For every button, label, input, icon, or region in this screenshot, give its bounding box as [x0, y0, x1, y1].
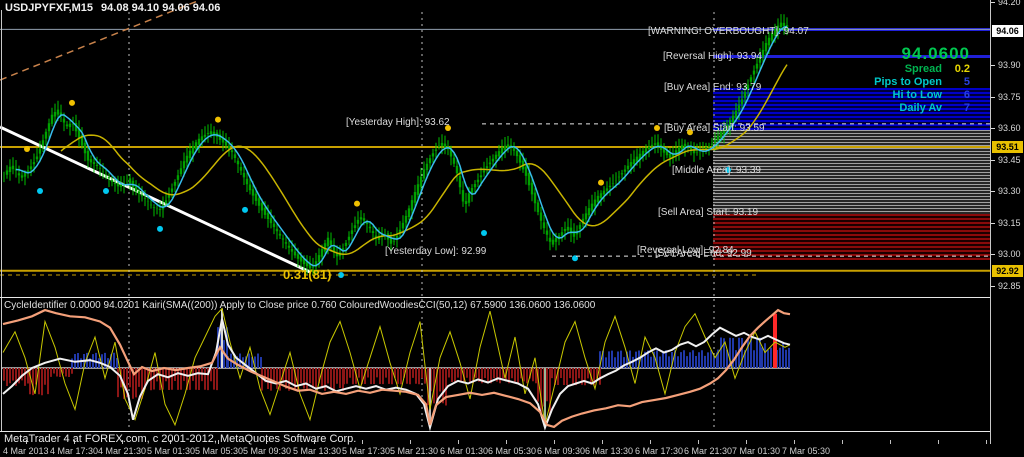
info-row-value: 7 [942, 102, 970, 115]
info-row-spread: Spread0.2 [760, 63, 970, 76]
info-row-pips-to-open: Pips to Open5 [760, 76, 970, 89]
time-tick-label: 6 Mar 21:30 [684, 446, 732, 456]
buy-signal-dot [481, 230, 487, 236]
info-row-hi-to-low: Hi to Low6 [760, 89, 970, 102]
time-tick-mark [842, 440, 843, 444]
price-highlight-box: 92.92 [992, 265, 1023, 277]
price-tick-label: 93.60 [998, 123, 1021, 133]
chart-title: USDJPYFXF,M15 94.08 94.10 94.06 94.06 [5, 2, 220, 14]
price-tick-mark [991, 286, 995, 287]
main-indicator-divider [0, 297, 991, 298]
price-tick-mark [991, 97, 995, 98]
price-highlight-box: 93.51 [992, 141, 1023, 153]
buy-signal-dot [37, 188, 43, 194]
time-tick-label: 5 Mar 09:30 [243, 446, 291, 456]
info-row-label: Daily Av [760, 102, 942, 115]
sell-signal-dot [24, 146, 30, 152]
buy-signal-dot [103, 188, 109, 194]
slow-ma-line [61, 65, 787, 255]
time-tick-label: 6 Mar 05:30 [488, 446, 536, 456]
time-tick-label: 6 Mar 13:30 [585, 446, 633, 456]
time-tick-label: 6 Mar 01:30 [440, 446, 488, 456]
info-row-value: 0.2 [942, 63, 970, 76]
symbol-timeframe-label: USDJPYFXF,M15 [5, 2, 93, 14]
price-tick-label: 93.00 [998, 249, 1021, 259]
trade-info-rows: Spread0.2Pips to Open5Hi to Low6Daily Av… [760, 63, 970, 115]
time-tick-mark [554, 440, 555, 444]
time-tick-label: 5 Mar 21:30 [390, 446, 438, 456]
candle-bodies [4, 23, 787, 269]
time-tick-mark [458, 440, 459, 444]
price-axis[interactable]: 94.20 93.90 93.75 93.60 93.45 93.30 93.15 93.00… [991, 0, 1024, 457]
time-tick-label: 7 Mar 05:30 [782, 446, 830, 456]
buy-signal-dot [157, 226, 163, 232]
mt4-chart-window: [WARNING! OVERBOUGHT]: 94.07[Reversal Hi… [0, 0, 1024, 457]
buy-signal-dot [242, 207, 248, 213]
cci-histogram-positive [72, 327, 789, 368]
price-tick-label: 93.30 [998, 186, 1021, 196]
time-tick-mark [794, 440, 795, 444]
sell-signal-dot [598, 180, 604, 186]
time-tick-mark [746, 440, 747, 444]
time-tick-mark [506, 440, 507, 444]
sell-signal-dot [69, 100, 75, 106]
time-tick-label: 5 Mar 01:30 [147, 446, 195, 456]
time-tick-label: 5 Mar 17:30 [342, 446, 390, 456]
platform-copyright: MetaTrader 4 at FOREX.com, c 2001-2012, … [4, 433, 356, 445]
time-tick-label: 6 Mar 17:30 [635, 446, 683, 456]
time-tick-mark [410, 440, 411, 444]
price-highlight-box: 94.06 [992, 25, 1023, 37]
price-tick-label: 93.15 [998, 218, 1021, 228]
info-row-label: Pips to Open [760, 76, 942, 89]
price-tick-label: 92.85 [998, 281, 1021, 291]
current-price: 94.0600 [760, 44, 970, 63]
sell-signal-dot [354, 201, 360, 207]
indicator-header: CycleIdentifier 0.0000 94.0201 Kairi(SMA… [4, 300, 595, 311]
kairi-line [3, 309, 790, 425]
time-tick-mark [650, 440, 651, 444]
sell-signal-dot [654, 125, 660, 131]
price-tick-mark [991, 65, 995, 66]
time-tick-label: 6 Mar 09:30 [537, 446, 585, 456]
price-tick-mark [991, 254, 995, 255]
indicator-bottom-border [0, 431, 991, 432]
ohlc-values: 94.08 94.10 94.06 94.06 [101, 2, 220, 14]
price-tick-mark [991, 160, 995, 161]
price-tick-label: 93.75 [998, 92, 1021, 102]
buy-signal-dot [725, 167, 731, 173]
info-row-label: Spread [760, 63, 942, 76]
time-tick-label: 4 Mar 17:30 [50, 446, 98, 456]
sell-signal-dot [687, 129, 693, 135]
price-tick-mark [991, 223, 995, 224]
price-tick-label: 93.90 [998, 60, 1021, 70]
time-tick-mark [602, 440, 603, 444]
info-row-label: Hi to Low [760, 89, 942, 102]
price-tick-mark [991, 191, 995, 192]
candle-wicks [4, 14, 787, 276]
sell-signal-dot [215, 117, 221, 123]
time-tick-label: 4 Mar 21:30 [98, 446, 146, 456]
time-tick-label: 5 Mar 05:30 [195, 446, 243, 456]
price-tick-label: 93.45 [998, 155, 1021, 165]
time-tick-label: 5 Mar 13:30 [293, 446, 341, 456]
time-tick-mark [698, 440, 699, 444]
chart-left-border [1, 10, 2, 431]
info-row-value: 5 [942, 76, 970, 89]
time-tick-mark [938, 440, 939, 444]
info-row-value: 6 [942, 89, 970, 102]
price-tick-label: 94.20 [998, 0, 1021, 7]
price-tick-mark [991, 2, 995, 3]
trade-info-panel: 94.0600 Spread0.2Pips to Open5Hi to Low6… [760, 44, 970, 115]
time-tick-label: 4 Mar 2013 [3, 446, 49, 456]
time-tick-mark [890, 440, 891, 444]
time-tick-mark [362, 440, 363, 444]
time-tick-mark [986, 440, 987, 444]
sell-signal-dot [445, 125, 451, 131]
info-row-daily-av: Daily Av7 [760, 102, 970, 115]
time-tick-label: 7 Mar 01:30 [732, 446, 780, 456]
price-tick-mark [991, 128, 995, 129]
